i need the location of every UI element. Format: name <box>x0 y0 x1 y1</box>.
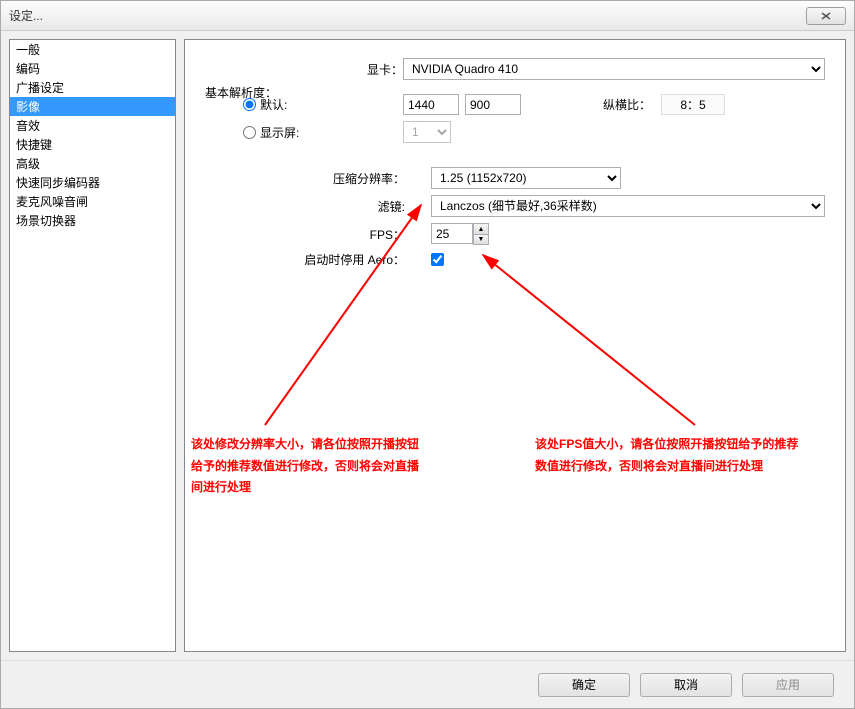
compress-select[interactable]: 1.25 (1152x720) <box>431 167 621 189</box>
fps-down-button[interactable]: ▼ <box>473 234 489 245</box>
sidebar-item-hotkeys[interactable]: 快捷键 <box>10 135 175 154</box>
main-panel: 显卡： NVIDIA Quadro 410 基本解析度： 默认: 纵横比： <box>184 39 846 652</box>
sidebar-item-scene[interactable]: 场景切换器 <box>10 211 175 230</box>
sidebar-item-general[interactable]: 一般 <box>10 40 175 59</box>
aspect-label: 纵横比： <box>541 96 651 113</box>
compress-label: 压缩分辨率： <box>305 170 405 187</box>
sidebar-item-encode[interactable]: 编码 <box>10 59 175 78</box>
monitor-radio[interactable] <box>243 126 256 139</box>
sidebar: 一般 编码 广播设定 影像 音效 快捷键 高级 快速同步编码器 麦克风噪音闸 场… <box>9 39 176 652</box>
sidebar-item-advanced[interactable]: 高级 <box>10 154 175 173</box>
annotation-left: 该处修改分辨率大小，请各位按照开播按钮给予的推荐数值进行修改，否则将会对直播间进… <box>191 434 421 499</box>
fps-label: FPS： <box>305 226 405 243</box>
close-button[interactable] <box>806 7 846 25</box>
monitor-select[interactable]: 1 <box>403 121 451 143</box>
width-input[interactable] <box>403 94 459 115</box>
sidebar-item-broadcast[interactable]: 广播设定 <box>10 78 175 97</box>
settings-window: 设定... 一般 编码 广播设定 影像 音效 快捷键 高级 快速同步编码器 麦克… <box>0 0 855 709</box>
sidebar-item-video[interactable]: 影像 <box>10 97 175 116</box>
window-title: 设定... <box>9 7 806 24</box>
monitor-radio-label[interactable]: 显示屏: <box>243 124 403 141</box>
content-area: 一般 编码 广播设定 影像 音效 快捷键 高级 快速同步编码器 麦克风噪音闸 场… <box>1 31 854 660</box>
sidebar-item-noisegate[interactable]: 麦克风噪音闸 <box>10 192 175 211</box>
sidebar-item-audio[interactable]: 音效 <box>10 116 175 135</box>
sidebar-item-quicksync[interactable]: 快速同步编码器 <box>10 173 175 192</box>
fps-spinner: ▲ ▼ <box>473 223 489 245</box>
cancel-button[interactable]: 取消 <box>640 673 732 697</box>
height-input[interactable] <box>465 94 521 115</box>
ok-button[interactable]: 确定 <box>538 673 630 697</box>
gpu-label: 显卡： <box>355 61 403 78</box>
footer: 确定 取消 应用 <box>1 660 854 708</box>
close-icon <box>821 12 831 20</box>
filter-label: 滤镜: <box>305 198 405 215</box>
aero-label: 启动时停用 Aero： <box>261 251 405 268</box>
filter-select[interactable]: Lanczos (细节最好,36采样数) <box>431 195 825 217</box>
titlebar: 设定... <box>1 1 854 31</box>
fps-input[interactable] <box>431 223 473 244</box>
aero-checkbox[interactable] <box>431 253 444 266</box>
apply-button[interactable]: 应用 <box>742 673 834 697</box>
fps-up-button[interactable]: ▲ <box>473 223 489 234</box>
aspect-value <box>661 94 725 115</box>
annotation-right: 该处FPS值大小，请各位按照开播按钮给予的推荐数值进行修改，否则将会对直播间进行… <box>535 434 805 477</box>
gpu-select[interactable]: NVIDIA Quadro 410 <box>403 58 825 80</box>
base-res-label: 基本解析度： <box>205 84 277 101</box>
